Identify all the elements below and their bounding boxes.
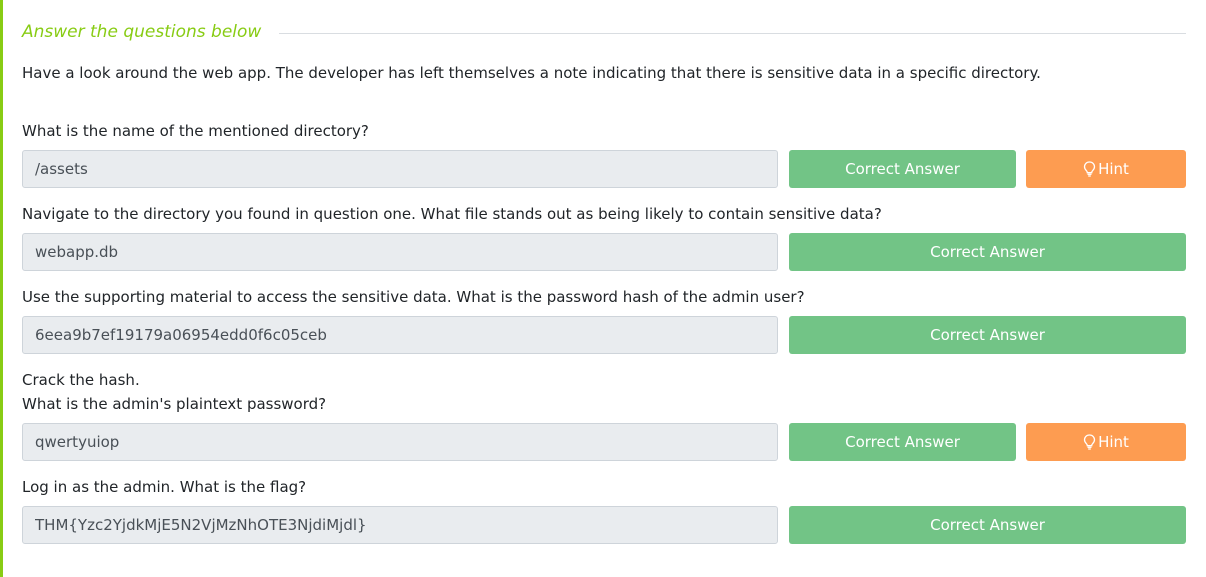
left-accent-bar [0,0,3,577]
question-3-answer-field[interactable] [22,316,778,354]
lightbulb-icon [1083,434,1096,450]
question-5-answer-field[interactable] [22,506,778,544]
question-1-hint-label: Hint [1098,160,1129,178]
question-4-hint-label: Hint [1098,433,1129,451]
question-4-text-line2: What is the admin's plaintext password? [22,395,327,413]
question-5-correct-button[interactable]: Correct Answer [789,506,1186,544]
question-1-row: Correct Answer Hint [22,150,1186,188]
question-4-text-line1: Crack the hash. [22,371,140,389]
question-2-text: Navigate to the directory you found in q… [22,205,882,223]
question-1-text: What is the name of the mentioned direct… [22,122,369,140]
question-4-answer-field[interactable] [22,423,778,461]
lightbulb-icon [1083,161,1096,177]
question-5-text: Log in as the admin. What is the flag? [22,478,307,496]
question-2-row: Correct Answer [22,233,1186,271]
question-1-answer-field[interactable] [22,150,778,188]
question-3-correct-button[interactable]: Correct Answer [789,316,1186,354]
question-3-row: Correct Answer [22,316,1186,354]
question-4-row: Correct Answer Hint [22,423,1186,461]
question-4-hint-button[interactable]: Hint [1026,423,1186,461]
question-1-correct-button[interactable]: Correct Answer [789,150,1016,188]
question-4-correct-button[interactable]: Correct Answer [789,423,1016,461]
questions-panel: Answer the questions below Have a look a… [22,0,1186,544]
question-5-row: Correct Answer [22,506,1186,544]
question-2-correct-button[interactable]: Correct Answer [789,233,1186,271]
task-intro: Have a look around the web app. The deve… [22,64,1041,82]
section-title: Answer the questions below [22,22,262,42]
header-divider [279,32,1186,34]
question-3-text: Use the supporting material to access th… [22,288,805,306]
section-header: Answer the questions below [22,16,1186,48]
question-2-answer-field[interactable] [22,233,778,271]
question-1-hint-button[interactable]: Hint [1026,150,1186,188]
